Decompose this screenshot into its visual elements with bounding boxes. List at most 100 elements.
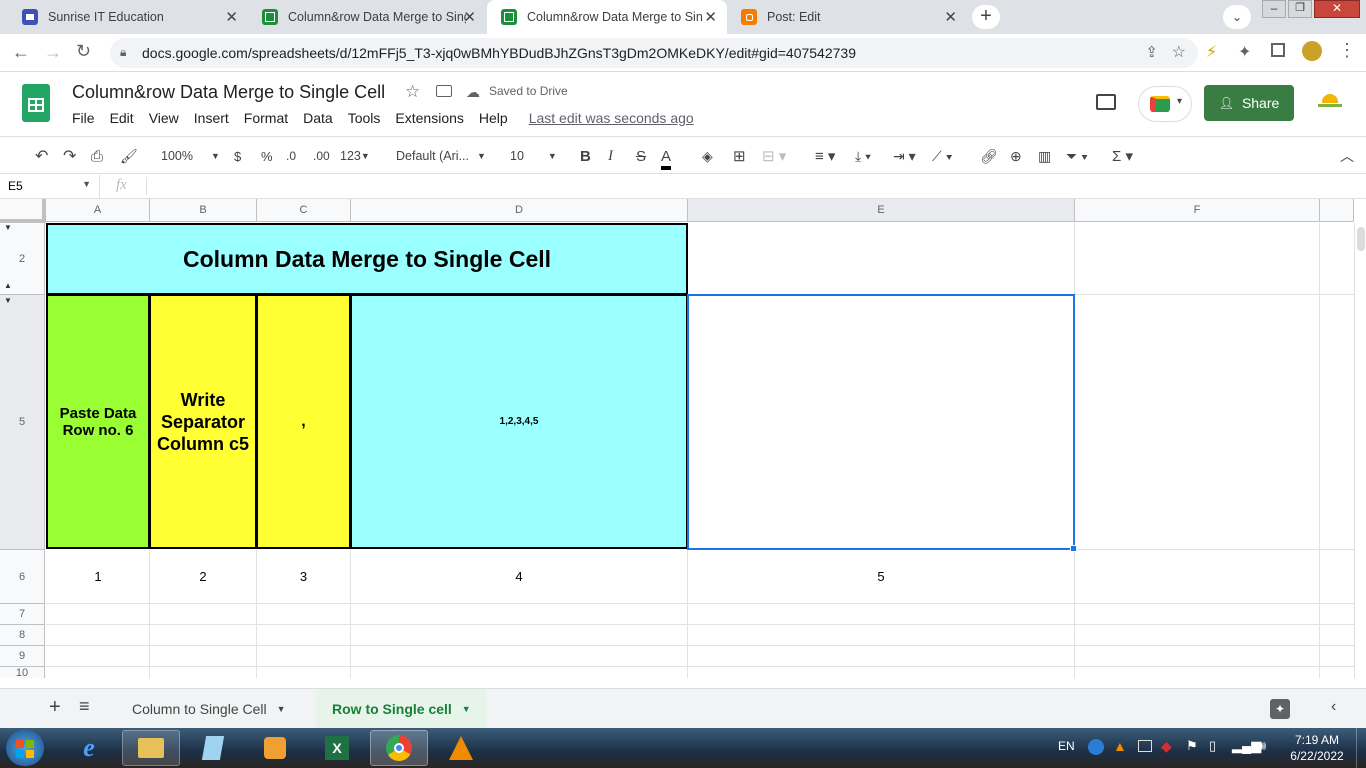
side-panel-icon[interactable] xyxy=(1271,43,1285,57)
vertical-scrollbar[interactable] xyxy=(1354,223,1366,678)
meet-button[interactable]: ▾ xyxy=(1138,86,1192,122)
close-icon[interactable]: ✕ xyxy=(225,8,238,26)
clock[interactable]: 7:19 AM 6/22/2022 xyxy=(1284,732,1350,764)
row-header-8[interactable]: 8 xyxy=(0,625,45,646)
currency-button[interactable]: $ xyxy=(234,146,241,166)
menu-insert[interactable]: Insert xyxy=(194,110,229,126)
forward-icon[interactable]: → xyxy=(44,42,62,63)
insert-link-icon[interactable]: 🔗︎ xyxy=(980,146,998,166)
show-desktop-button[interactable] xyxy=(1356,728,1366,768)
avatar[interactable] xyxy=(1302,41,1322,61)
text-color-icon[interactable]: A xyxy=(661,146,672,170)
browser-menu-icon[interactable]: ⋮ xyxy=(1338,40,1356,61)
hidden-rows-arrow-icon[interactable]: ▲ xyxy=(4,281,12,290)
bold-icon[interactable]: B xyxy=(580,146,591,166)
antivirus-tray-icon[interactable]: ◆ xyxy=(1161,738,1172,755)
share-page-icon[interactable]: ⇪ xyxy=(1145,43,1158,61)
italic-icon[interactable]: I xyxy=(608,146,613,166)
hidden-rows-arrow-icon[interactable]: ▼ xyxy=(4,223,12,232)
more-formats-select[interactable]: 123 ▼ xyxy=(340,146,370,166)
borders-icon[interactable]: ⊞ xyxy=(733,146,746,166)
star-icon[interactable]: ☆ xyxy=(405,82,420,102)
fill-color-icon[interactable]: ◈ xyxy=(702,146,713,166)
zoom-select[interactable]: 100% ▼ xyxy=(161,146,220,166)
notepad-icon[interactable] xyxy=(184,730,242,766)
cell-b6[interactable]: 2 xyxy=(150,550,256,603)
explore-icon[interactable]: ✦ xyxy=(1270,699,1290,719)
column-header-a[interactable]: A xyxy=(46,199,150,222)
cell-e5-selected[interactable] xyxy=(687,294,1075,550)
sheet-tab-column-to-single-cell[interactable]: Column to Single Cell ▼ xyxy=(118,689,300,728)
url-field[interactable]: 🔒︎ docs.google.com/spreadsheets/d/12mFFj… xyxy=(110,38,1198,68)
hidden-rows-arrow-icon[interactable]: ▼ xyxy=(4,296,12,305)
title-cell[interactable]: Column Data Merge to Single Cell xyxy=(46,223,688,295)
menu-file[interactable]: File xyxy=(72,110,95,126)
column-header-d[interactable]: D xyxy=(351,199,688,222)
all-sheets-icon[interactable]: ≡ xyxy=(79,696,90,717)
sheets-logo-icon[interactable] xyxy=(22,84,50,122)
menu-extensions[interactable]: Extensions xyxy=(395,110,463,126)
file-explorer-icon[interactable] xyxy=(122,730,180,766)
cell-b5[interactable]: Write Separator Column c5 xyxy=(149,294,257,549)
insert-comment-icon[interactable]: ⊕ xyxy=(1010,146,1022,166)
new-tab-button[interactable]: + xyxy=(972,5,1000,29)
text-wrapping-icon[interactable]: ⇥ ▾ xyxy=(893,146,916,166)
collapse-side-panel-icon[interactable]: ‹ xyxy=(1331,698,1336,716)
column-header-c[interactable]: C xyxy=(257,199,351,222)
menu-view[interactable]: View xyxy=(149,110,179,126)
close-icon[interactable]: ✕ xyxy=(704,8,717,26)
cell-d5[interactable]: 1,2,3,4,5 xyxy=(350,294,688,549)
functions-icon[interactable]: Σ ▾ xyxy=(1112,146,1133,166)
name-box[interactable]: E5 ▼ xyxy=(0,175,100,198)
excel-icon[interactable]: X xyxy=(308,730,366,766)
vlc-icon[interactable] xyxy=(432,730,490,766)
add-sheet-icon[interactable]: + xyxy=(49,696,61,719)
row-header-6[interactable]: 6 xyxy=(0,550,45,604)
extension-icon[interactable]: ⚡︎ xyxy=(1206,42,1217,62)
menu-edit[interactable]: Edit xyxy=(110,110,134,126)
font-size-select[interactable]: 10 ▼ xyxy=(510,146,557,166)
percent-button[interactable]: % xyxy=(261,146,273,166)
extensions-puzzle-icon[interactable]: ✦ xyxy=(1238,42,1251,62)
media-player-icon[interactable] xyxy=(246,730,304,766)
tray-window-icon[interactable] xyxy=(1138,740,1152,752)
menu-tools[interactable]: Tools xyxy=(348,110,381,126)
browser-tab-sheet-1[interactable]: Column&row Data Merge to Sing ✕ xyxy=(248,0,486,34)
close-icon[interactable]: ✕ xyxy=(463,8,476,26)
redo-icon[interactable]: ↷ xyxy=(63,146,76,166)
print-icon[interactable]: ⎙ xyxy=(91,146,103,166)
column-header-f[interactable]: F xyxy=(1075,199,1320,222)
paint-format-icon[interactable]: 🖌︎ xyxy=(120,146,138,166)
chrome-icon[interactable] xyxy=(370,730,428,766)
menu-help[interactable]: Help xyxy=(479,110,508,126)
row-header-9[interactable]: 9 xyxy=(0,646,45,667)
start-button[interactable] xyxy=(6,730,44,766)
cell-c6[interactable]: 3 xyxy=(257,550,350,603)
cell-a5[interactable]: Paste Data Row no. 6 xyxy=(46,294,150,549)
insert-chart-icon[interactable]: ▥ xyxy=(1038,146,1051,166)
minimize-button[interactable]: – xyxy=(1262,0,1286,18)
last-edit-link[interactable]: Last edit was seconds ago xyxy=(529,110,694,126)
comments-icon[interactable] xyxy=(1096,94,1116,110)
merge-cells-icon[interactable]: ⊟ ▾ xyxy=(762,146,786,166)
row-header-10[interactable]: 10 xyxy=(0,667,45,678)
cell-a6[interactable]: 1 xyxy=(46,550,150,603)
language-indicator[interactable]: EN xyxy=(1058,739,1075,753)
column-header-b[interactable]: B xyxy=(150,199,257,222)
decrease-decimal-button[interactable]: .0 xyxy=(286,146,296,166)
collapse-toolbar-icon[interactable]: ︿ xyxy=(1340,146,1354,166)
column-header-e[interactable]: E xyxy=(688,199,1075,222)
cell-c5[interactable]: , xyxy=(256,294,351,549)
undo-icon[interactable]: ↶ xyxy=(35,146,48,166)
text-rotation-icon[interactable]: ⟋ ▾ xyxy=(932,146,953,166)
restore-button[interactable]: ❐ xyxy=(1288,0,1312,18)
cell-e6[interactable]: 5 xyxy=(688,550,1074,603)
increase-decimal-button[interactable]: .00 xyxy=(313,146,330,166)
horizontal-align-icon[interactable]: ≡ ▾ xyxy=(815,146,835,166)
volume-icon[interactable]: 🔊︎ xyxy=(1258,738,1266,754)
browser-tab-sheet-2-active[interactable]: Column&row Data Merge to Sing ✕ xyxy=(487,0,727,34)
browser-tab-blogger[interactable]: Post: Edit ✕ xyxy=(727,0,967,34)
internet-explorer-icon[interactable]: e xyxy=(60,730,118,766)
vlc-tray-icon[interactable]: ▲ xyxy=(1113,738,1127,754)
doc-title[interactable]: Column&row Data Merge to Single Cell xyxy=(72,82,385,103)
